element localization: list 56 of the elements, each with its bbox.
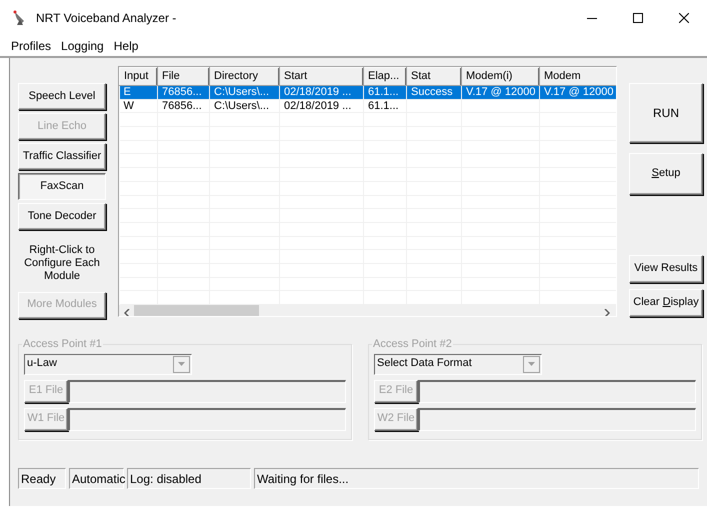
data-format-dropdown[interactable]: u-Law [24,354,192,375]
dropdown-arrow-icon [528,362,535,366]
module-button[interactable]: FaxScan [18,173,106,200]
column-header[interactable]: Directory [210,68,280,86]
table-row[interactable]: W 76856... C:\Users\... 02/18/2019 ... 61.1... [120,99,616,113]
action-button[interactable]: Setup [629,153,703,195]
table-cell: 02/18/2019 ... [284,100,352,112]
table-cell: 76856... [162,100,202,112]
status-panel: Automatic [69,468,124,489]
table-cell: E [124,86,131,98]
scrollbar-thumb[interactable] [134,305,259,316]
status-panel: Waiting for files... [254,468,699,489]
table-cell: V.17 @ 12000 [544,86,614,98]
file-path-field[interactable] [418,408,696,431]
file-path-field[interactable] [418,380,696,403]
column-header[interactable]: Input [120,68,158,86]
action-button[interactable]: View Results [629,255,703,283]
table-cell: 61.1... [368,100,399,112]
horizontal-scrollbar[interactable] [119,305,616,316]
table-cell: C:\Users\... [214,86,270,98]
close-icon [679,13,689,23]
window-title: NRT Voiceband Analyzer - [36,10,176,26]
table-cell: Success [411,86,453,98]
column-header[interactable]: Modem [540,68,616,86]
table-cell: C:\Users\... [214,100,270,112]
file-path-field[interactable] [68,380,346,403]
table-row[interactable]: E 76856... C:\Users\... 02/18/2019 ... 61.1... Success V.17 @ 12000 V.17 @ 12000 [120,86,616,100]
data-format-dropdown[interactable]: Select Data Format [374,354,542,375]
table-cell: 61.1... [368,86,399,98]
module-button[interactable]: Traffic Classifier [18,143,106,170]
status-panel: Log: disabled [127,468,251,489]
status-panel: Ready [18,468,66,489]
module-button[interactable]: Tone Decoder [18,203,106,230]
group-title: Access Point #1 [22,338,103,350]
hint-text: Right-Click to Configure Each Module [23,244,101,284]
maximize-icon [633,13,643,23]
dropdown-arrow-icon [178,362,185,366]
file-path-field[interactable] [68,408,346,431]
menu-item[interactable]: Profiles [6,36,56,56]
column-header[interactable]: Elap... [364,68,406,86]
column-header[interactable]: Start [280,68,364,86]
module-button[interactable]: Speech Level [18,83,106,110]
menu-item[interactable]: Help [108,36,144,56]
menu-item[interactable]: Logging [56,36,109,56]
group-title: Access Point #2 [372,338,453,350]
action-button[interactable]: RUN [629,83,703,143]
table-cell: 76856... [162,86,202,98]
scroll-left-icon[interactable] [124,308,130,316]
scroll-right-icon[interactable] [604,308,610,316]
table-cell: V.17 @ 12000 [466,86,536,98]
action-button[interactable]: Clear Display [629,289,703,317]
column-header[interactable]: Stat [406,68,462,86]
column-header[interactable]: Modem(i) [462,68,540,86]
column-header[interactable]: File [158,68,210,86]
table-cell: W [124,100,134,112]
table-cell: 02/18/2019 ... [284,86,352,98]
